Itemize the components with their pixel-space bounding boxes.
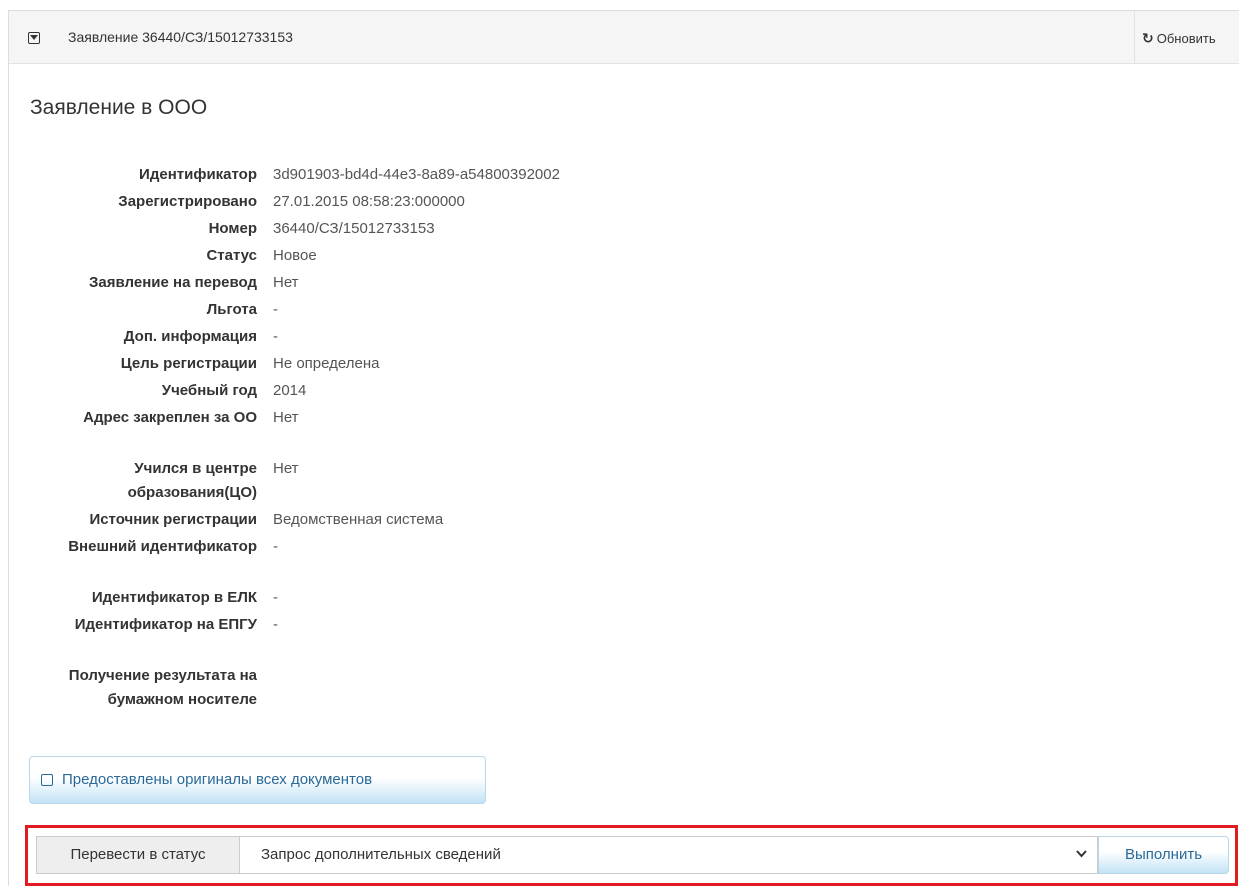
status-select-value: Запрос дополнительных сведений (261, 846, 501, 863)
detail-value: Нет (273, 460, 299, 477)
detail-value: - (273, 616, 278, 633)
detail-label: Идентификатор на ЕПГУ (74, 616, 257, 633)
detail-value: Ведомственная система (273, 511, 444, 528)
status-select[interactable]: Запрос дополнительных сведений (239, 836, 1098, 874)
detail-label: Зарегистрировано (118, 193, 257, 210)
page-title: Заявление в ООО (30, 96, 208, 119)
detail-label: Доп. информация (123, 328, 257, 345)
detail-label: Адрес закреплен за ОО (83, 409, 257, 426)
status-change-bar: Перевести в статус Запрос дополнительных… (25, 825, 1238, 886)
checkbox-icon (41, 774, 53, 786)
detail-label: Идентификатор в ЕЛК (91, 589, 257, 606)
detail-label: Внешний идентификатор (68, 538, 257, 555)
panel-header: Заявление 36440/СЗ/15012733153 ↻ Обновить (9, 11, 1239, 64)
detail-value: Нет (273, 409, 299, 426)
detail-label: Льгота (206, 301, 257, 318)
detail-value: 2014 (273, 382, 307, 399)
refresh-label: Обновить (1156, 31, 1216, 46)
detail-value: - (273, 328, 278, 345)
detail-label: Источник регистрации (89, 511, 257, 528)
detail-value: - (273, 301, 278, 318)
detail-label: Номер (208, 220, 257, 237)
panel-title: Заявление 36440/СЗ/15012733153 (68, 29, 293, 45)
detail-value: 3d901903-bd4d-44e3-8a89-a54800392002 (273, 166, 560, 183)
application-panel: Заявление 36440/СЗ/15012733153 ↻ Обновить… (8, 10, 1239, 886)
detail-value: Не определена (273, 355, 380, 372)
collapse-toggle-icon[interactable] (28, 32, 40, 44)
detail-label: Учебный год (161, 382, 257, 399)
header-divider (1134, 11, 1135, 63)
detail-value: 27.01.2015 08:58:23:000000 (273, 193, 465, 210)
detail-label: Статус (206, 247, 257, 264)
detail-value: Новое (273, 247, 317, 264)
detail-value: - (273, 589, 278, 606)
detail-label: Цель регистрации (120, 355, 257, 372)
originals-provided-label: Предоставлены оригиналы всех документов (62, 771, 373, 788)
refresh-icon: ↻ (1142, 30, 1154, 46)
refresh-button[interactable]: ↻ Обновить (1142, 30, 1216, 47)
chevron-down-icon (1076, 850, 1087, 858)
detail-value: - (273, 538, 278, 555)
status-change-label: Перевести в статус (36, 836, 239, 874)
detail-label: Получение результата на бумажном носител… (68, 667, 257, 708)
execute-button[interactable]: Выполнить (1098, 836, 1229, 874)
detail-label: Учился в центре образования(ЦО) (127, 460, 257, 501)
detail-value: 36440/СЗ/15012733153 (273, 220, 435, 237)
detail-label: Заявление на перевод (89, 274, 257, 291)
originals-provided-button[interactable]: Предоставлены оригиналы всех документов (29, 756, 486, 804)
detail-label: Идентификатор (139, 166, 257, 183)
detail-value: Нет (273, 274, 299, 291)
